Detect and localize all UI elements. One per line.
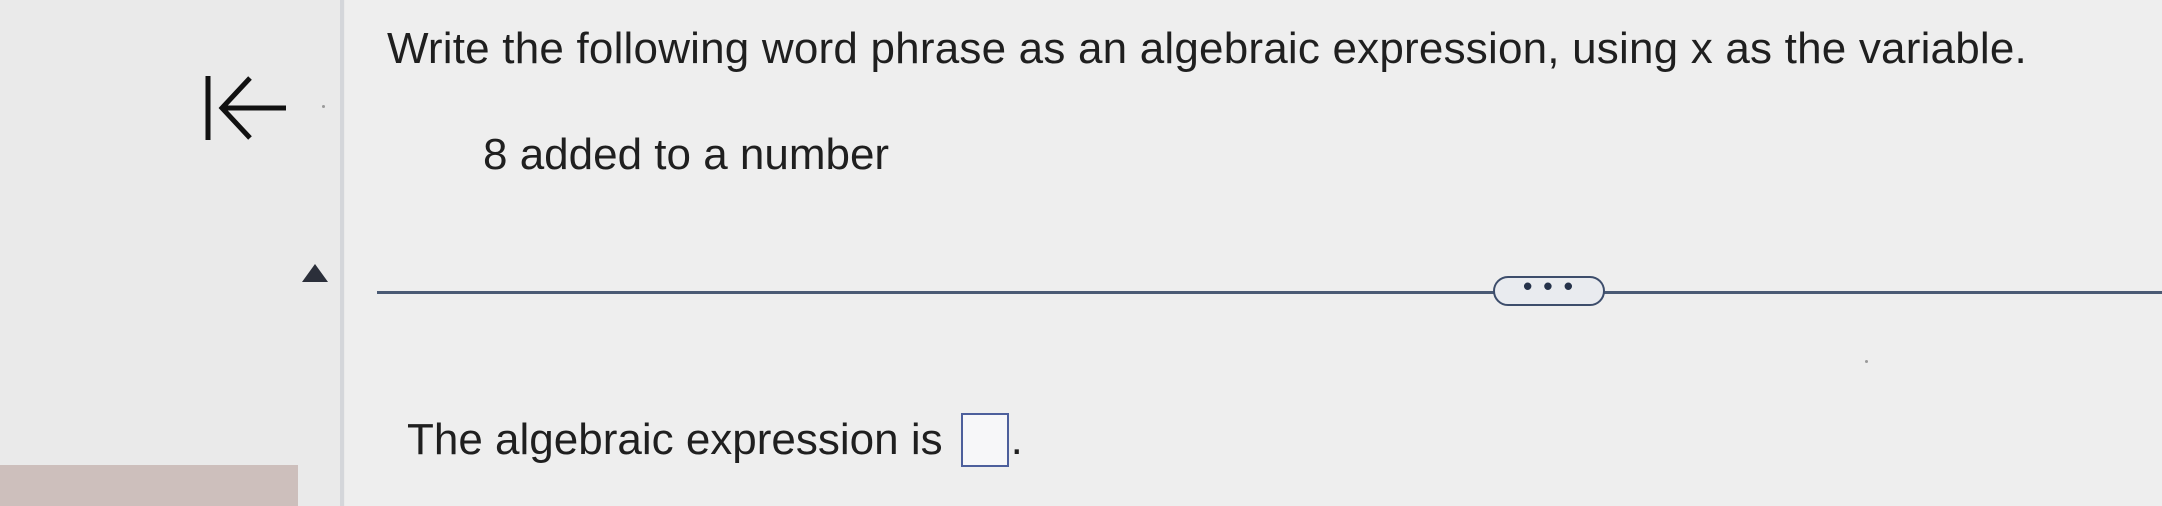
- collapse-panel-button[interactable]: [196, 68, 296, 148]
- section-separator: [377, 291, 2162, 294]
- scroll-up-indicator[interactable]: [300, 262, 330, 284]
- answer-input[interactable]: [960, 413, 1009, 467]
- rail-bottom-strip: [0, 465, 298, 506]
- answer-prompt: The algebraic expression is: [407, 415, 943, 464]
- question-instruction: Write the following word phrase as an al…: [387, 24, 2027, 73]
- answer-period: .: [1010, 415, 1023, 464]
- collapse-left-icon: [205, 76, 286, 140]
- question-panel: Write the following word phrase as an al…: [322, 0, 2162, 506]
- triangle-up-icon: [302, 264, 328, 282]
- more-dots-label: • • •: [1523, 271, 1575, 301]
- rail-divider: [340, 0, 344, 506]
- answer-row: The algebraic expression is .: [407, 410, 1023, 470]
- screen-speck: [322, 105, 325, 108]
- screen-speck: [1865, 360, 1868, 363]
- word-phrase: 8 added to a number: [483, 130, 890, 179]
- show-more-button[interactable]: • • •: [1493, 271, 1605, 306]
